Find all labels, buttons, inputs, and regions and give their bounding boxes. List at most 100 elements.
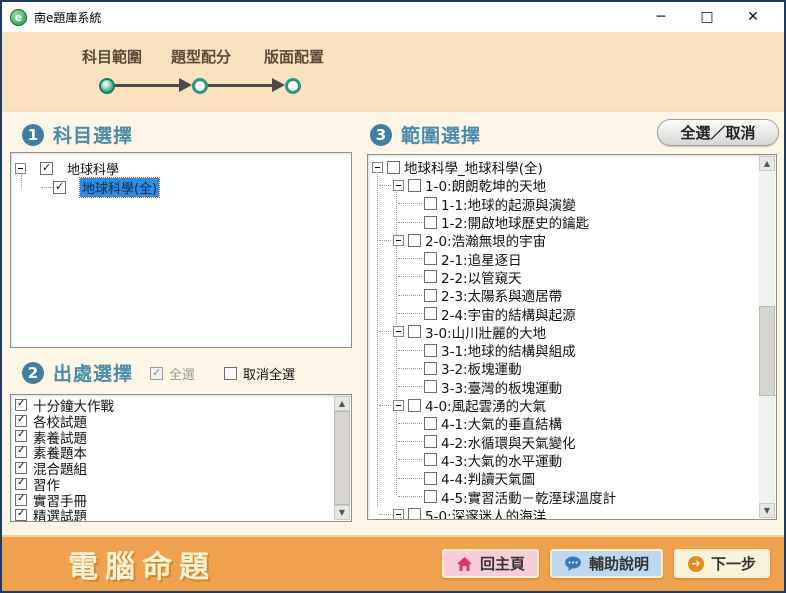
collapse-icon[interactable]: [393, 400, 404, 411]
checkbox[interactable]: [424, 270, 437, 283]
tree-row[interactable]: 2-2:以管窺天: [398, 268, 776, 286]
tree-item-label[interactable]: 1-2:開啟地球歷史的鑰匙: [441, 212, 589, 232]
collapse-icon[interactable]: [393, 180, 404, 191]
checkbox[interactable]: [15, 478, 27, 490]
scroll-down-icon[interactable]: ▼: [334, 505, 350, 520]
tree-row[interactable]: 4-2:水循環與天氣變化: [398, 432, 776, 450]
minimize-button[interactable]: ─: [638, 2, 684, 32]
tree-item-label[interactable]: 3-1:地球的結構與組成: [441, 340, 576, 360]
collapse-icon[interactable]: [393, 509, 404, 520]
checkbox[interactable]: [40, 162, 53, 175]
next-step-button[interactable]: ➜ 下一步: [674, 549, 770, 578]
tree-row[interactable]: 4-1:大氣的垂直結構: [398, 414, 776, 432]
checkbox[interactable]: [424, 289, 437, 302]
tree-item-label[interactable]: 4-2:水循環與天氣變化: [441, 432, 576, 452]
subject-tree-child[interactable]: 地球科學(全): [41, 178, 351, 197]
tree-item-label[interactable]: 1-1:地球的起源與演變: [441, 194, 576, 214]
tree-item-label[interactable]: 2-0:浩瀚無垠的宇宙: [425, 230, 546, 250]
tree-item-label[interactable]: 4-4:判讀天氣圖: [441, 468, 535, 488]
checkbox[interactable]: [150, 367, 163, 380]
tree-row[interactable]: 4-4:判讀天氣圖: [398, 469, 776, 487]
tree-row[interactable]: 地球科學_地球科學(全): [372, 158, 776, 176]
checkbox[interactable]: [15, 509, 27, 521]
subject-tree-root[interactable]: 地球科學: [15, 159, 351, 178]
tree-item-label[interactable]: 3-0:山川壯麗的大地: [425, 322, 546, 342]
tree-row[interactable]: 3-0:山川壯麗的大地: [379, 323, 776, 341]
checkbox[interactable]: [424, 417, 437, 430]
scroll-up-icon[interactable]: ▲: [334, 396, 350, 411]
scrollbar[interactable]: ▲ ▼: [759, 156, 775, 518]
tree-row[interactable]: 4-0:風起雲湧的大氣: [379, 396, 776, 414]
checkbox[interactable]: [424, 252, 437, 265]
tree-row[interactable]: 1-1:地球的起源與演變: [398, 195, 776, 213]
selected-tree-item-label[interactable]: 地球科學(全): [80, 178, 159, 197]
tree-row[interactable]: 2-3:太陽系與適居帶: [398, 286, 776, 304]
checkbox[interactable]: [224, 367, 237, 380]
tree-item-label[interactable]: 5-0:深邃迷人的海洋: [425, 505, 546, 520]
scrollbar-thumb[interactable]: [334, 411, 350, 505]
tree-row[interactable]: 4-5:實習活動－乾溼球溫度計: [398, 487, 776, 505]
checkbox[interactable]: [424, 453, 437, 466]
tree-item-label[interactable]: 地球科學: [67, 159, 119, 178]
tree-row[interactable]: 2-0:浩瀚無垠的宇宙: [379, 231, 776, 249]
tree-item-label[interactable]: 4-3:大氣的水平運動: [441, 450, 562, 470]
tree-item-label[interactable]: 2-3:太陽系與適居帶: [441, 285, 562, 305]
close-button[interactable]: ✕: [730, 2, 776, 32]
scroll-down-icon[interactable]: ▼: [759, 503, 775, 518]
tree-item-label[interactable]: 2-2:以管窺天: [441, 267, 522, 287]
checkbox[interactable]: [424, 197, 437, 210]
checkbox[interactable]: [408, 399, 421, 412]
tree-item-label[interactable]: 4-1:大氣的垂直結構: [441, 413, 562, 433]
checkbox[interactable]: [424, 362, 437, 375]
select-toggle-button[interactable]: 全選／取消: [657, 119, 779, 146]
tree-row[interactable]: 3-3:臺灣的板塊運動: [398, 378, 776, 396]
collapse-icon[interactable]: [15, 163, 26, 174]
checkbox[interactable]: [15, 494, 27, 506]
tree-row[interactable]: 4-3:大氣的水平運動: [398, 451, 776, 469]
collapse-icon[interactable]: [393, 326, 404, 337]
tree-item-label[interactable]: 2-4:宇宙的結構與起源: [441, 304, 576, 324]
collapse-icon[interactable]: [372, 162, 383, 173]
checkbox[interactable]: [424, 344, 437, 357]
checkbox[interactable]: [408, 179, 421, 192]
checkbox[interactable]: [408, 234, 421, 247]
tree-item-label[interactable]: 3-3:臺灣的板塊運動: [441, 377, 562, 397]
maximize-button[interactable]: □: [684, 2, 730, 32]
tree-item-label[interactable]: 3-2:板塊運動: [441, 358, 522, 378]
checkbox[interactable]: [424, 380, 437, 393]
tree-item-label[interactable]: 地球科學_地球科學(全): [404, 157, 543, 177]
checkbox[interactable]: [408, 325, 421, 338]
collapse-icon[interactable]: [393, 235, 404, 246]
checkbox[interactable]: [408, 508, 421, 520]
scroll-up-icon[interactable]: ▲: [759, 156, 775, 171]
deselect-all-option[interactable]: 取消全選: [224, 364, 295, 383]
select-all-option[interactable]: 全選: [150, 364, 195, 383]
tree-row[interactable]: 1-0:朗朗乾坤的天地: [379, 176, 776, 194]
tree-row[interactable]: 3-2:板塊運動: [398, 359, 776, 377]
tree-row[interactable]: 2-1:追星逐日: [398, 249, 776, 267]
checkbox[interactable]: [387, 161, 400, 174]
tree-row[interactable]: 1-2:開啟地球歷史的鑰匙: [398, 213, 776, 231]
checkbox[interactable]: [15, 462, 27, 474]
list-item[interactable]: 精選試題: [11, 508, 351, 522]
scrollbar-thumb[interactable]: [759, 306, 775, 396]
checkbox[interactable]: [15, 430, 27, 442]
tree-item-label[interactable]: 1-0:朗朗乾坤的天地: [425, 175, 546, 195]
checkbox[interactable]: [424, 472, 437, 485]
help-button[interactable]: 輔助說明: [550, 549, 663, 578]
tree-item-label[interactable]: 4-5:實習活動－乾溼球溫度計: [441, 487, 616, 507]
checkbox[interactable]: [15, 446, 27, 458]
home-button[interactable]: 回主頁: [442, 549, 539, 578]
list-item[interactable]: 混合題組: [11, 460, 351, 476]
tree-row[interactable]: 5-0:深邃迷人的海洋: [379, 506, 776, 520]
checkbox[interactable]: [15, 399, 27, 411]
tree-item-label[interactable]: 2-1:追星逐日: [441, 249, 522, 269]
checkbox[interactable]: [424, 435, 437, 448]
checkbox[interactable]: [424, 307, 437, 320]
checkbox[interactable]: [53, 181, 66, 194]
scrollbar[interactable]: ▲ ▼: [334, 396, 350, 520]
checkbox[interactable]: [15, 415, 27, 427]
tree-item-label[interactable]: 4-0:風起雲湧的大氣: [425, 395, 546, 415]
checkbox[interactable]: [424, 216, 437, 229]
checkbox[interactable]: [424, 490, 437, 503]
